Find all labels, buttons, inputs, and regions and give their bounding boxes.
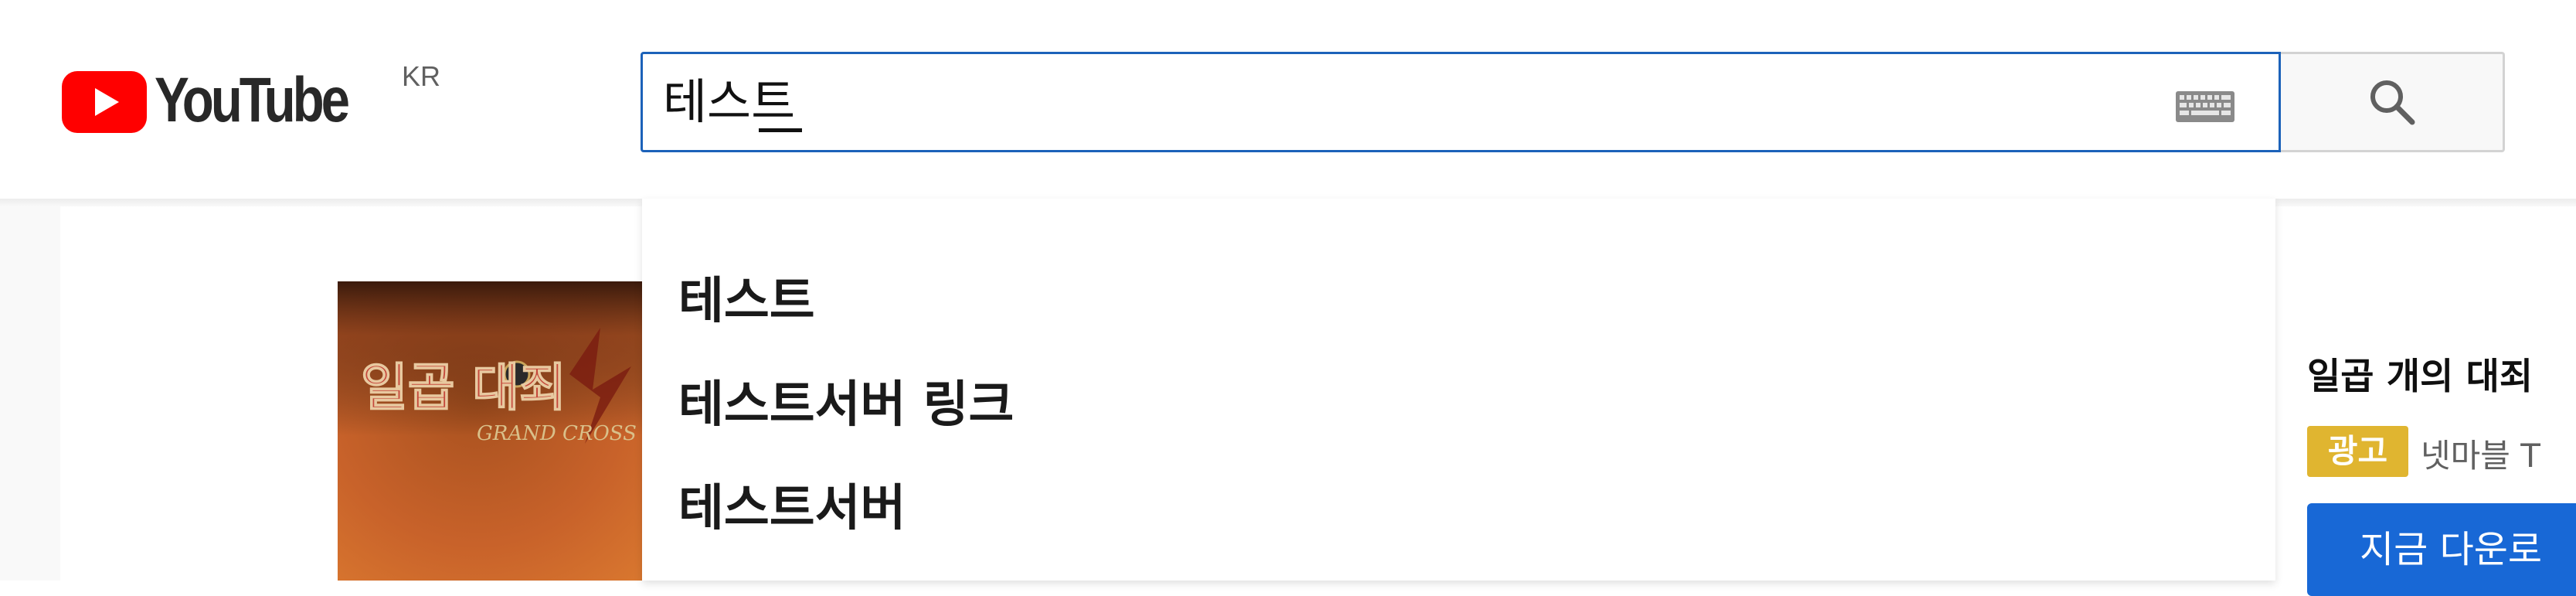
suggestion-label: 테스트: [678, 273, 815, 330]
search-button[interactable]: [2281, 52, 2505, 152]
ad-title[interactable]: 일곱 개의 대죄: [2307, 346, 2533, 400]
youtube-logo[interactable]: YouTube KR: [62, 60, 440, 139]
suggestion-item[interactable]: 테스트서버 링크: [642, 353, 2275, 457]
search-box[interactable]: [641, 52, 2281, 152]
suggestion-label: 테스트서버 링크: [678, 376, 1014, 434]
logo-wordmark: YouTube: [155, 65, 350, 135]
ad-thumb-title: 일곱 대죄: [361, 357, 566, 417]
ad-advertiser: 넷마블 T: [2421, 437, 2540, 475]
masthead: YouTube KR: [0, 0, 2576, 199]
search-input[interactable]: [663, 66, 2100, 138]
ad-thumbnail[interactable]: 일곱 대죄 GRAND CROSS: [338, 281, 647, 581]
suggestion-item[interactable]: 테스트서버: [642, 457, 2275, 560]
ad-thumbnail-image: 일곱 대죄 GRAND CROSS: [338, 281, 647, 581]
ad-thumb-subtitle: GRAND CROSS: [477, 422, 637, 445]
ad-badge: 광고: [2307, 426, 2408, 477]
ad-download-button[interactable]: 지금 다운로: [2307, 503, 2576, 596]
logo-country-code: KR: [402, 60, 441, 92]
keyboard-icon[interactable]: [2175, 90, 2235, 123]
youtube-play-icon: [62, 71, 147, 133]
ime-composition-underline: [759, 128, 802, 132]
suggestion-label: 테스트서버: [678, 480, 906, 537]
search-icon: [2370, 80, 2415, 125]
suggestion-item[interactable]: 테스트: [642, 250, 2275, 353]
search-suggestions: 테스트 테스트서버 링크 테스트서버: [642, 199, 2275, 581]
